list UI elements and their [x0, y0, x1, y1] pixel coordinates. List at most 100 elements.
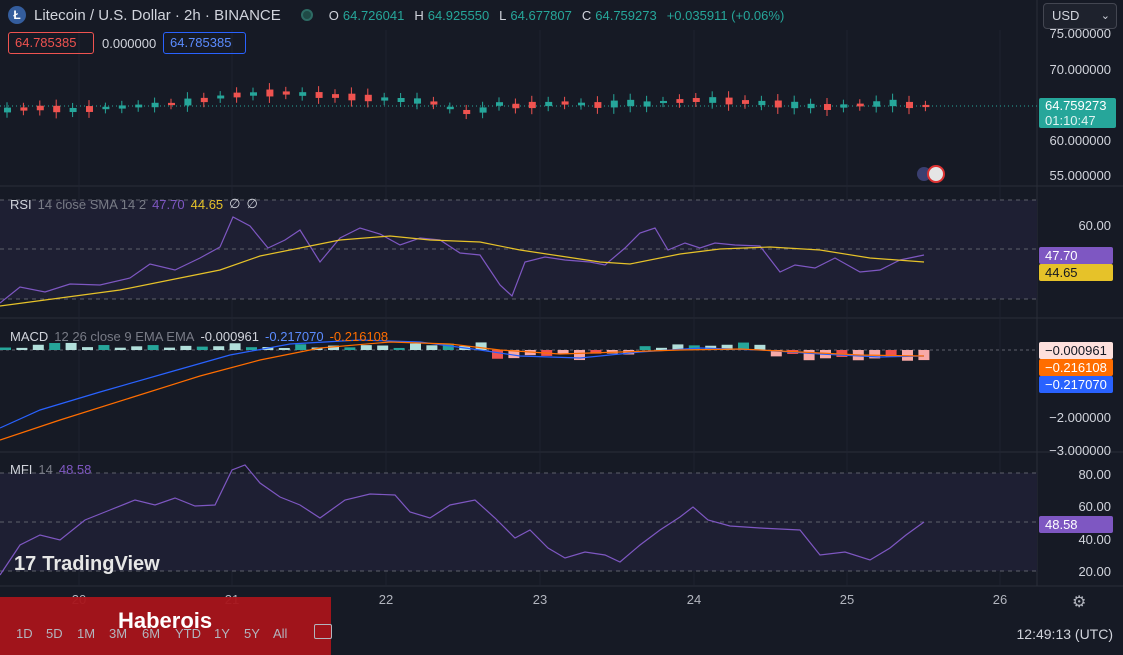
mfi-tick: 80.00	[1078, 467, 1111, 482]
tradingview-watermark: 17 TradingView	[14, 553, 160, 576]
mfi-legend[interactable]: MFI 14 48.58	[10, 462, 91, 477]
sell-button[interactable]: 64.785385	[8, 32, 94, 54]
candle-body	[414, 98, 421, 104]
symbol-title[interactable]: Litecoin / U.S. Dollar · 2h · BINANCE	[34, 7, 281, 24]
market-status-icon[interactable]	[300, 9, 313, 21]
candle-body	[69, 107, 77, 113]
candle-body	[840, 104, 848, 108]
macd-hist-bar	[393, 347, 405, 350]
candle-body	[496, 102, 503, 106]
macd-hist-tag: −0.000961	[1039, 342, 1113, 359]
macd-hist-value: -0.000961	[200, 329, 260, 344]
time-label: 25	[839, 592, 855, 607]
rsi-value-tag: 47.70	[1039, 247, 1113, 264]
macd-hist-bar	[803, 350, 815, 361]
macd-hist-bar	[32, 344, 44, 350]
candle-body	[4, 107, 11, 113]
timeframe-6m[interactable]: 6M	[142, 626, 160, 641]
macd-hist-bar	[475, 342, 487, 350]
mfi-value-tag: 48.58	[1039, 516, 1113, 533]
time-label: 24	[686, 592, 702, 607]
timeframe-all[interactable]: All	[273, 626, 287, 641]
candle-body	[397, 97, 405, 103]
candle-body	[791, 101, 799, 109]
settings-gear-icon[interactable]: ⚙	[1072, 592, 1086, 612]
macd-line	[0, 339, 925, 429]
macd-hist-bar	[918, 350, 930, 361]
macd-hist-bar	[639, 346, 651, 350]
candle-body	[643, 101, 651, 107]
price-tick: 60.000000	[1049, 133, 1111, 148]
candle-body	[545, 101, 553, 107]
time-label: 22	[378, 592, 394, 607]
macd-hist-bar	[557, 350, 569, 354]
signal-line	[0, 341, 925, 441]
macd-hist-bar	[492, 350, 503, 359]
rsi-title: RSI	[10, 196, 32, 212]
time-label: 23	[532, 592, 548, 607]
low-label: L	[499, 7, 507, 23]
candle-body	[184, 98, 192, 106]
last-price-tag: 64.759273 01:10:47	[1039, 98, 1116, 128]
timeframe-5y[interactable]: 5Y	[244, 626, 260, 641]
symbol-header: Ł Litecoin / U.S. Dollar · 2h · BINANCE …	[8, 0, 784, 30]
candle-body	[692, 98, 700, 102]
macd-hist-bar	[164, 347, 175, 350]
candle-body	[53, 105, 61, 113]
candle-body	[774, 100, 782, 108]
macd-hist-bar	[213, 346, 225, 350]
price-tick: 75.000000	[1049, 26, 1111, 41]
rsi-params: 14 close SMA 14 2	[37, 196, 147, 212]
macd-hist-bar	[295, 344, 307, 350]
macd-line-tag: −0.217070	[1039, 376, 1113, 393]
macd-signal-value: -0.216108	[329, 329, 389, 344]
change-value: +0.035911 (+0.06%)	[666, 7, 785, 23]
macd-hist-bar	[377, 345, 389, 350]
macd-hist-bar	[246, 347, 257, 350]
candle-body	[725, 97, 733, 105]
candle-body	[889, 99, 897, 107]
candle-body	[364, 94, 372, 102]
price-tick: 55.000000	[1049, 168, 1111, 183]
candle-body	[824, 104, 831, 110]
timeframe-ytd[interactable]: YTD	[175, 626, 201, 641]
macd-tick: −2.000000	[1049, 410, 1111, 425]
candle-body	[332, 94, 339, 98]
candle-body	[479, 107, 487, 113]
low-value: 64.677807	[510, 7, 572, 23]
macd-hist-bar	[147, 345, 159, 350]
rsi-value: 47.70	[152, 196, 185, 212]
macd-legend[interactable]: MACD 12 26 close 9 EMA EMA -0.000961 -0.…	[10, 329, 388, 344]
timeframe-1d[interactable]: 1D	[16, 626, 33, 641]
candle-body	[200, 97, 208, 103]
buy-button[interactable]: 64.785385	[163, 32, 246, 54]
rsi-sma-tag: 44.65	[1039, 264, 1113, 281]
timeframe-1y[interactable]: 1Y	[214, 626, 230, 641]
close-value: 64.759273	[595, 7, 657, 23]
candle-body	[676, 99, 684, 103]
candle-body	[758, 100, 766, 106]
macd-hist-bar	[360, 345, 372, 350]
high-value: 64.925550	[427, 7, 490, 23]
mfi-tick: 40.00	[1078, 532, 1111, 547]
macd-title: MACD	[10, 329, 49, 344]
currency-value: USD	[1052, 8, 1080, 23]
ohlc-values: O 64.726041 H 64.925550 L 64.677807 C 64.759…	[329, 8, 785, 23]
utc-clock[interactable]: 12:49:13 (UTC)	[1017, 626, 1113, 642]
rsi-legend[interactable]: RSI 14 close SMA 14 2 47.70 44.65 ∅ ∅	[10, 196, 258, 212]
rsi-tick: 60.00	[1078, 218, 1111, 233]
candle-body	[578, 102, 585, 106]
candle-body	[627, 99, 635, 107]
mfi-tick: 60.00	[1078, 499, 1111, 514]
calendar-range-icon[interactable]	[314, 624, 332, 639]
candle-body	[118, 105, 126, 109]
timeframe-1m[interactable]: 1M	[77, 626, 95, 641]
open-label: O	[328, 7, 339, 23]
time-label: 26	[992, 592, 1008, 607]
candle-body	[610, 100, 618, 108]
timeframe-5d[interactable]: 5D	[46, 626, 63, 641]
tradingview-logo-icon: 17	[14, 553, 37, 575]
candle-body	[660, 100, 667, 104]
timeframe-3m[interactable]: 3M	[109, 626, 127, 641]
chart-canvas[interactable]	[0, 0, 1123, 655]
